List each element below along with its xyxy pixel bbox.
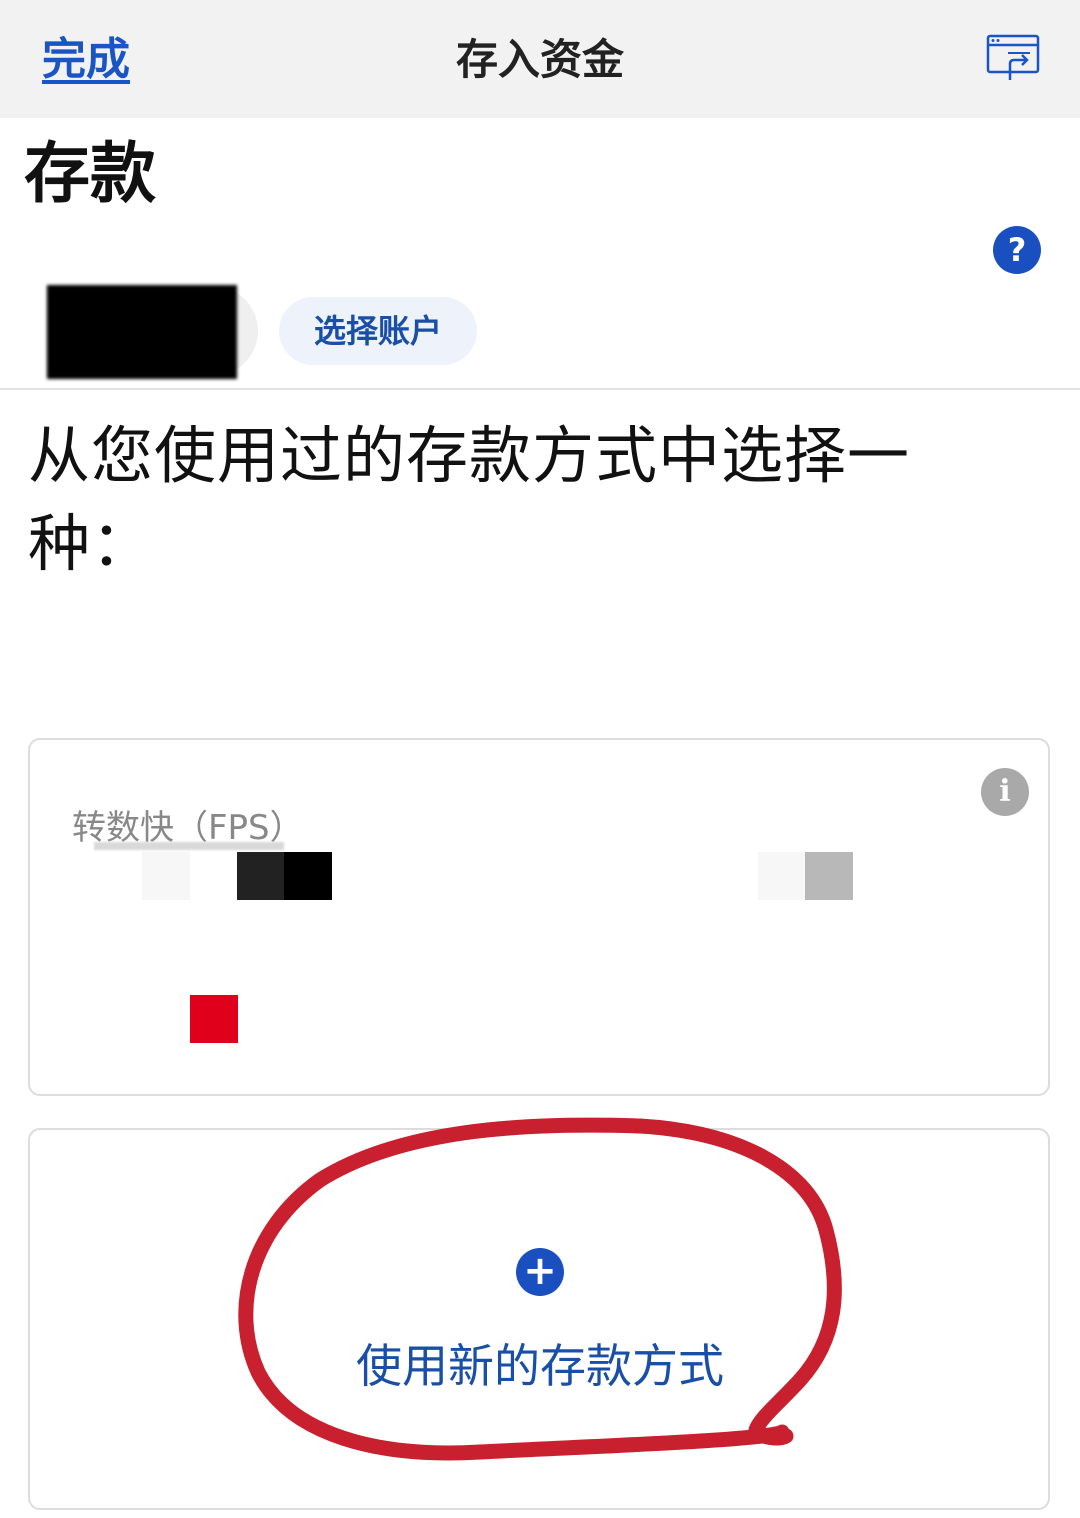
top-navigation-bar: 完成 存入资金 — [0, 0, 1080, 118]
redaction-mosaic-block — [142, 852, 190, 900]
screen-share-icon[interactable] — [986, 34, 1040, 82]
instruction-text: 从您使用过的存款方式中选择一种： — [28, 419, 911, 580]
redaction-mosaic-block — [758, 852, 806, 900]
page-title: 存入资金 — [455, 35, 624, 84]
redaction-mosaic-block — [805, 852, 853, 900]
select-account-button[interactable]: 选择账户 — [279, 297, 477, 365]
use-new-method-link[interactable]: 使用新的存款方式 — [0, 1334, 1080, 1398]
divider — [0, 388, 1080, 390]
new-method-card[interactable] — [28, 1128, 1050, 1510]
redaction-mosaic-block — [237, 852, 285, 900]
section-heading: 存款 — [24, 135, 156, 212]
redaction-stroke — [94, 842, 284, 850]
bank-logo-redacted — [190, 995, 238, 1043]
redacted-account-number — [47, 285, 237, 379]
info-icon[interactable]: i — [981, 768, 1029, 816]
plus-icon[interactable]: + — [516, 1248, 564, 1296]
help-icon[interactable]: ? — [993, 226, 1041, 274]
redaction-mosaic-block — [284, 852, 332, 900]
saved-method-card-fps[interactable] — [28, 738, 1050, 1096]
